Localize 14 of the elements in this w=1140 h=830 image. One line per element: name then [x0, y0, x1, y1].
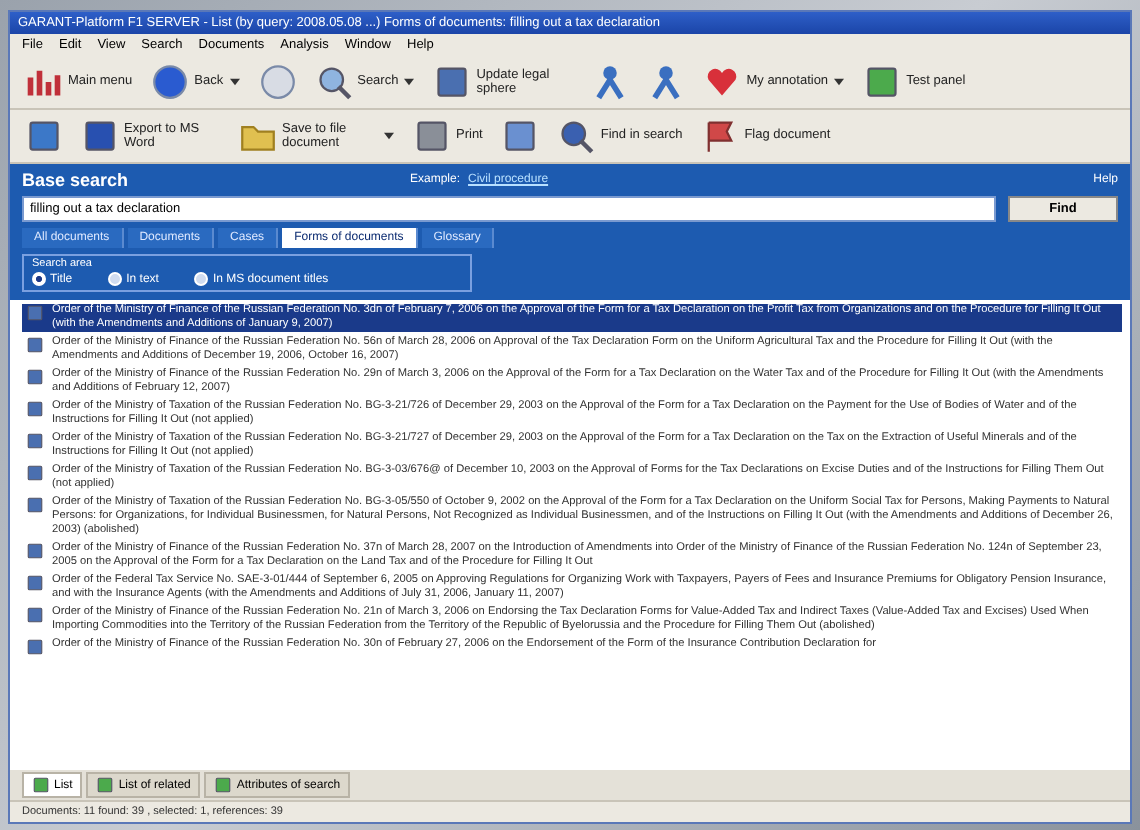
person-icon: [592, 64, 629, 100]
radio-button[interactable]: [194, 272, 209, 286]
person-icon: [648, 64, 685, 100]
panel-title: Base search: [22, 170, 131, 190]
toolbar-button[interactable]: [255, 62, 300, 102]
radio-button[interactable]: [32, 272, 46, 286]
radio-button[interactable]: [108, 272, 123, 286]
caret-icon: [229, 78, 240, 86]
caret-icon: [834, 78, 845, 86]
flag-icon: [702, 118, 739, 154]
search-icon: [315, 64, 352, 100]
caret-icon: [384, 132, 394, 140]
heart-icon: [704, 64, 741, 100]
caret-icon: [404, 78, 415, 86]
